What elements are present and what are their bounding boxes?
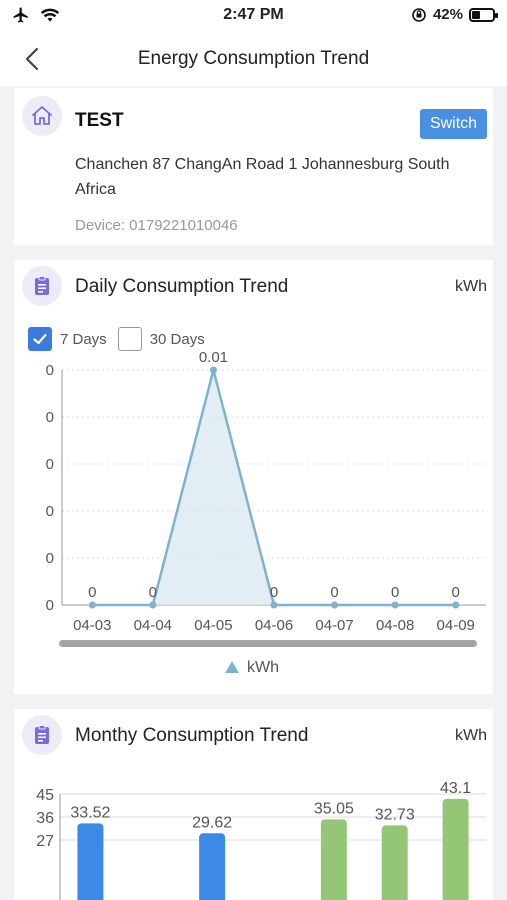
monthly-data-label: 35.05	[314, 800, 354, 817]
daily-data-label: 0.01	[199, 350, 228, 366]
monthly-trend-title: Monthy Consumption Trend	[75, 725, 309, 746]
site-name: TEST	[75, 110, 124, 131]
daily-x-tick-label: 04-09	[437, 617, 475, 634]
monthly-bar	[199, 833, 226, 900]
checkmark-icon	[33, 333, 47, 345]
monthly-data-label: 43.1	[440, 780, 471, 797]
monthly-data-label: 29.62	[192, 814, 232, 831]
daily-y-tick-label: 0	[46, 362, 54, 379]
daily-data-label: 0	[330, 584, 338, 601]
battery-fill	[472, 10, 480, 19]
daily-data-point	[88, 601, 96, 609]
monthly-bar	[381, 825, 408, 900]
monthly-bar	[77, 823, 104, 900]
daily-data-label: 0	[149, 584, 157, 601]
daily-data-label: 0	[391, 584, 399, 601]
daily-area	[92, 370, 456, 605]
daily-y-tick-label: 0	[46, 503, 54, 520]
daily-series-line	[92, 368, 456, 607]
nav-bar: Energy Consumption Trend	[0, 32, 507, 86]
daily-trend-card: Daily Consumption Trend kWh 7 Days 30 Da…	[14, 260, 493, 694]
daily-data-point	[331, 601, 339, 609]
checkbox-7-days[interactable]	[28, 327, 52, 351]
monthly-bar	[442, 798, 469, 900]
status-right: 42%	[411, 6, 498, 23]
page-title: Energy Consumption Trend	[137, 48, 370, 69]
option-label-30-days: 30 Days	[149, 330, 205, 348]
monthly-consumption-chart: 45 36 27 33.52 29.62 35.05 32.73 43.1	[36, 780, 486, 900]
daily-icon-wrapper	[22, 266, 62, 306]
monthly-data-label: 33.52	[70, 804, 110, 821]
monthly-icon-wrapper	[22, 715, 62, 755]
daily-y-tick-label: 0	[46, 597, 54, 614]
daily-data-point	[391, 601, 399, 609]
site-icon-wrapper	[22, 96, 62, 136]
battery-percent: 42%	[432, 6, 463, 23]
daily-data-label: 0	[88, 584, 96, 601]
daily-data-label: 0	[270, 584, 278, 601]
device-id: Device: 0179221010046	[75, 217, 238, 234]
site-card: TEST Switch Chanchen 87 ChangAn Road 1 J…	[14, 88, 493, 245]
daily-y-tick-label: 0	[46, 550, 54, 567]
home-icon	[32, 106, 52, 125]
orientation-lock-icon	[412, 7, 426, 22]
chart-scrollbar	[59, 640, 477, 647]
checkbox-30-days[interactable]	[117, 327, 142, 351]
daily-trend-title: Daily Consumption Trend	[75, 276, 289, 297]
daily-x-tick-label: 04-06	[255, 617, 293, 634]
monthly-bar	[320, 819, 347, 900]
daily-x-tick-label: 04-03	[73, 617, 111, 634]
option-30-days[interactable]: 30 Days	[117, 327, 205, 351]
battery-icon	[469, 7, 498, 22]
monthly-y-tick-label: 36	[36, 810, 54, 827]
daily-unit: kWh	[455, 278, 487, 295]
option-label-7-days: 7 Days	[60, 330, 107, 348]
daily-x-tick-label: 04-08	[376, 617, 414, 634]
monthly-data-label: 32.73	[375, 806, 415, 823]
monthly-trend-card: Monthy Consumption Trend kWh 45 36 27 33.52…	[14, 709, 493, 900]
daily-data-point	[209, 366, 217, 374]
option-7-days[interactable]: 7 Days	[28, 327, 107, 351]
daily-x-tick-label: 04-04	[134, 617, 172, 634]
site-address: Chanchen 87 ChangAn Road 1 Johannesburg …	[75, 156, 450, 198]
monthly-y-tick-label: 27	[36, 833, 54, 850]
daily-x-tick-label: 04-07	[315, 617, 353, 634]
daily-consumption-chart: 0 0 0 0 0 0 0 04-03 0 04-04 0.01 04-05 0 04-06 0 04-07 0…	[46, 350, 486, 676]
daily-data-point	[149, 601, 157, 609]
daily-legend-label: kWh	[247, 659, 279, 676]
daily-legend[interactable]: kWh	[225, 659, 279, 676]
daily-data-label: 0	[452, 584, 460, 601]
status-bar: 2:47 PM 42%	[0, 0, 507, 32]
daily-y-tick-label: 0	[46, 409, 54, 426]
legend-triangle-icon	[225, 661, 239, 673]
daily-data-point	[270, 601, 278, 609]
clipboard-icon	[35, 725, 49, 744]
switch-button[interactable]: Switch	[420, 109, 487, 139]
range-options: 7 Days 30 Days	[28, 327, 216, 351]
daily-y-tick-label: 0	[46, 456, 54, 473]
clipboard-icon	[35, 276, 49, 295]
monthly-unit: kWh	[455, 727, 487, 744]
daily-x-tick-label: 04-05	[194, 617, 232, 634]
monthly-y-tick-label: 45	[36, 787, 54, 804]
daily-data-point	[452, 601, 460, 609]
